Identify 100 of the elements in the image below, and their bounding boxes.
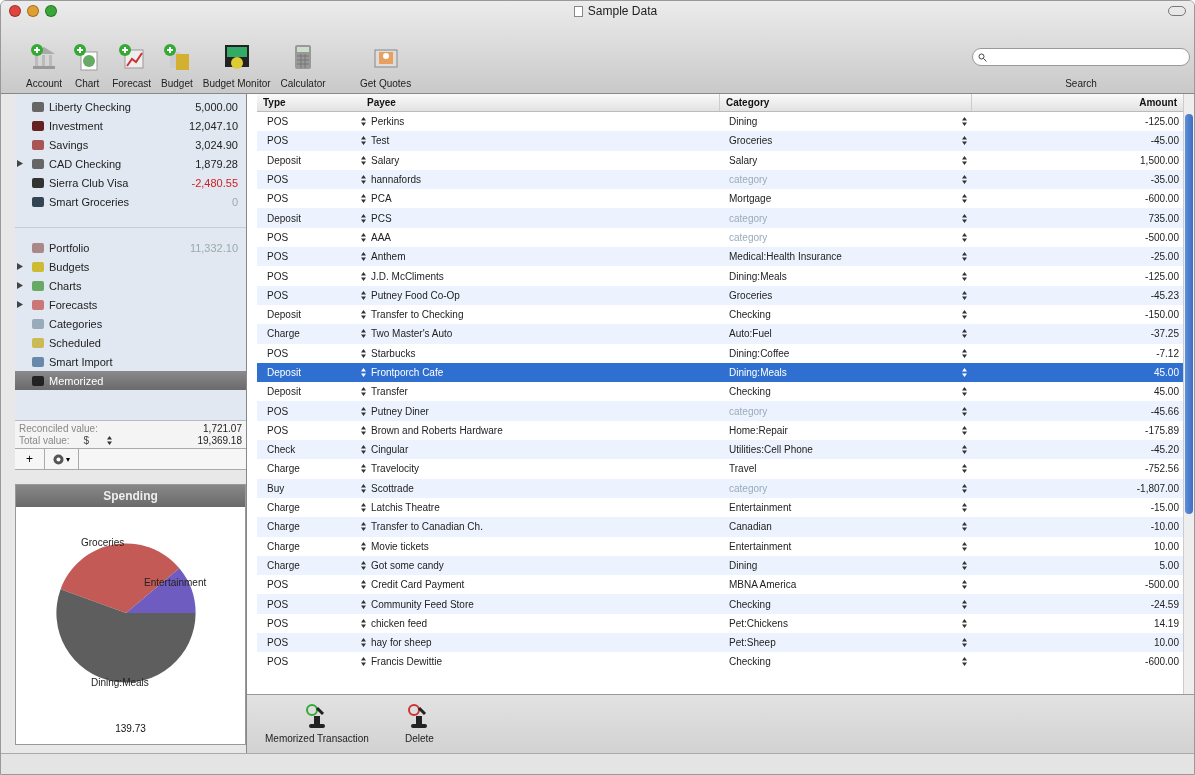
gear-menu-button[interactable]: ▾ [45, 449, 79, 469]
stepper-icon[interactable] [961, 117, 967, 127]
column-header[interactable]: Type [257, 94, 361, 111]
stepper-icon[interactable] [361, 464, 366, 474]
stepper-icon[interactable] [961, 348, 967, 358]
toolbar-button[interactable]: Memorized Transaction [265, 704, 369, 744]
transaction-row[interactable]: Check Cingular Utilities:Cell Phone -45.20 [257, 440, 1183, 460]
scrollbar-thumb[interactable] [1185, 114, 1193, 514]
stepper-icon[interactable] [961, 599, 967, 609]
stepper-icon[interactable] [361, 657, 366, 667]
disclosure-triangle-icon[interactable] [17, 263, 23, 270]
stepper-icon[interactable] [361, 387, 366, 397]
stepper-icon[interactable] [961, 329, 967, 339]
stepper-icon[interactable] [361, 483, 366, 493]
stepper-icon[interactable] [361, 136, 366, 146]
stepper-icon[interactable] [961, 252, 967, 262]
transaction-row[interactable]: POS Putney Food Co-Op Groceries -45.23 [257, 285, 1183, 305]
sidebar-item[interactable]: Portfolio 11,332.10 [15, 238, 246, 257]
zoom-button[interactable] [45, 5, 57, 17]
stepper-icon[interactable] [961, 541, 967, 551]
stepper-icon[interactable] [961, 271, 967, 281]
column-header[interactable]: Category [719, 94, 957, 111]
transaction-row[interactable]: POS hay for sheep Pet:Sheep 10.00 [257, 633, 1183, 653]
sidebar-item[interactable]: Investment 12,047.10 [15, 116, 246, 135]
stepper-icon[interactable] [361, 290, 366, 300]
stepper-icon[interactable] [961, 290, 967, 300]
stepper-icon[interactable] [961, 310, 967, 320]
stepper-icon[interactable] [361, 271, 366, 281]
sidebar-item[interactable]: Categories [15, 314, 246, 333]
sidebar-item[interactable]: Sierra Club Visa -2,480.55 [15, 173, 246, 192]
sidebar-item[interactable]: Scheduled [15, 333, 246, 352]
disclosure-triangle-icon[interactable] [17, 301, 23, 308]
stepper-icon[interactable] [361, 522, 366, 532]
stepper-icon[interactable] [361, 175, 366, 185]
toolbar-button[interactable]: Chart [67, 42, 108, 89]
stepper-icon[interactable] [961, 503, 967, 513]
sidebar-item[interactable]: Forecasts [15, 295, 246, 314]
stepper-icon[interactable] [361, 252, 366, 262]
toolbar-button[interactable]: Calculator [275, 42, 331, 89]
stepper-icon[interactable] [361, 310, 366, 320]
stepper-icon[interactable] [961, 194, 967, 204]
stepper-icon[interactable] [961, 445, 967, 455]
stepper-icon[interactable] [361, 232, 366, 242]
transaction-row[interactable]: Buy Scottrade category -1,807.00 [257, 478, 1183, 498]
stepper-icon[interactable] [361, 155, 366, 165]
stepper-icon[interactable] [961, 657, 967, 667]
stepper-icon[interactable] [961, 580, 967, 590]
toolbar-button[interactable]: Get Quotes [330, 42, 441, 89]
stepper-icon[interactable] [961, 483, 967, 493]
stepper-icon[interactable] [361, 503, 366, 513]
sidebar-item[interactable]: Budgets [15, 257, 246, 276]
search-field[interactable] [972, 48, 1190, 66]
transaction-row[interactable]: Charge Got some candy Dining 5.00 [257, 555, 1183, 576]
stepper-icon[interactable] [361, 618, 366, 628]
stepper-icon[interactable] [361, 425, 366, 435]
stepper-icon[interactable] [961, 232, 967, 242]
currency-popup[interactable]: $ [83, 435, 113, 446]
stepper-icon[interactable] [961, 387, 967, 397]
stepper-icon[interactable] [361, 194, 366, 204]
stepper-icon[interactable] [361, 213, 366, 223]
transaction-row[interactable]: Deposit PCS category 735.00 [257, 208, 1183, 228]
transaction-row[interactable]: POS Community Feed Store Checking -24.59 [257, 594, 1183, 614]
transaction-row[interactable]: Charge Two Master's Auto Auto:Fuel -37.25 [257, 324, 1183, 344]
stepper-icon[interactable] [961, 175, 967, 185]
transaction-row[interactable]: POS Anthem Medical:Health Insurance -25.00 [257, 247, 1183, 267]
sidebar-item[interactable]: CAD Checking 1,879.28 [15, 154, 246, 173]
transaction-row[interactable]: POS hannafords category -35.00 [257, 169, 1183, 190]
stepper-icon[interactable] [961, 213, 967, 223]
stepper-icon[interactable] [961, 638, 967, 648]
sidebar-item[interactable]: Liberty Checking 5,000.00 [15, 97, 246, 116]
stepper-icon[interactable] [961, 155, 967, 165]
stepper-icon[interactable] [361, 580, 366, 590]
stepper-icon[interactable] [961, 464, 967, 474]
stepper-icon[interactable] [961, 406, 967, 416]
minimize-button[interactable] [27, 5, 39, 17]
toolbar-button[interactable]: Budget Monitor [197, 42, 276, 89]
stepper-icon[interactable] [361, 599, 366, 609]
stepper-icon[interactable] [361, 406, 366, 416]
sidebar-item[interactable]: Smart Groceries 0 [15, 192, 246, 211]
sidebar-item[interactable]: Savings 3,024.90 [15, 135, 246, 154]
stepper-icon[interactable] [961, 618, 967, 628]
stepper-icon[interactable] [361, 329, 366, 339]
stepper-icon[interactable] [361, 638, 366, 648]
toolbar-button[interactable]: Budget [156, 42, 198, 89]
column-header[interactable]: Payee [361, 94, 719, 111]
stepper-icon[interactable] [361, 560, 366, 570]
stepper-icon[interactable] [961, 136, 967, 146]
transaction-row[interactable]: POS Test Groceries -45.00 [257, 131, 1183, 151]
stepper-icon[interactable] [961, 425, 967, 435]
stepper-icon[interactable] [361, 117, 366, 127]
sidebar-item[interactable]: Charts [15, 276, 246, 295]
toolbar-button[interactable]: Delete [404, 704, 434, 744]
sidebar-item[interactable]: Memorized [15, 371, 246, 390]
add-button[interactable]: + [15, 449, 45, 469]
sidebar-item[interactable]: Smart Import [15, 352, 246, 371]
stepper-icon[interactable] [107, 436, 113, 445]
transaction-row[interactable]: Charge Transfer to Canadian Ch. Canadian -10.00 [257, 517, 1183, 537]
close-button[interactable] [9, 5, 21, 17]
toolbar-button[interactable]: Account [21, 42, 68, 89]
stepper-icon[interactable] [361, 445, 366, 455]
